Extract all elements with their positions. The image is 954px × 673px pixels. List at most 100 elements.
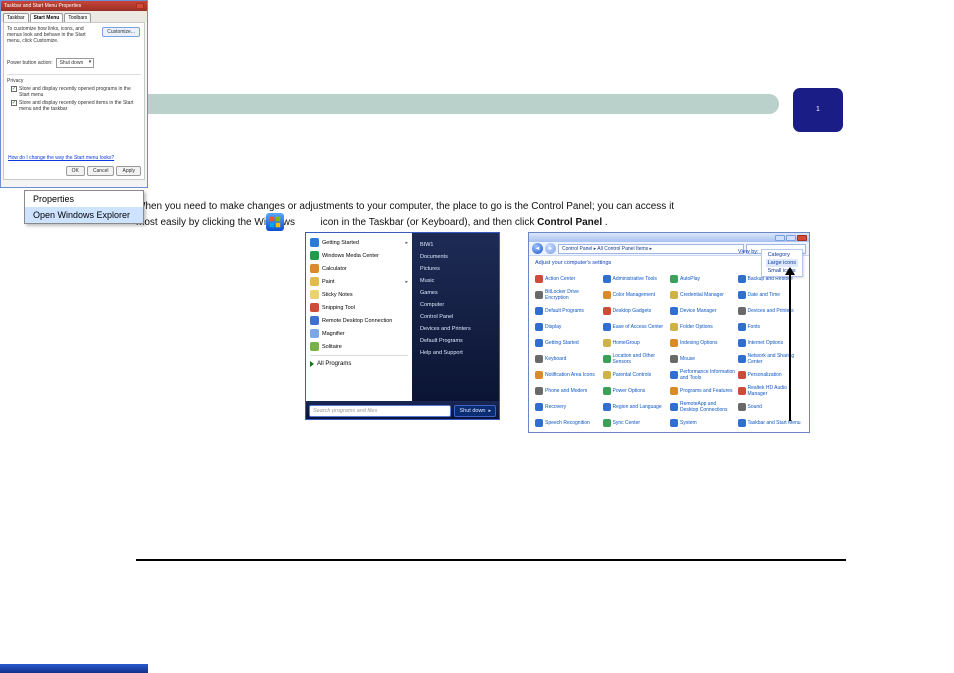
breadcrumb[interactable]: Control Panel ▸ All Control Panel Items …: [558, 244, 744, 254]
nav-back-icon[interactable]: ◄: [532, 243, 543, 254]
cp-item-internet-options[interactable]: Internet Options: [738, 336, 804, 350]
cp-item-ease-of-access-center[interactable]: Ease of Access Center: [603, 320, 669, 334]
start-right-devices-and-printers[interactable]: Devices and Printers: [412, 323, 499, 335]
start-right-computer[interactable]: Computer: [412, 299, 499, 311]
start-right-pictures[interactable]: Pictures: [412, 263, 499, 275]
cp-item-personalization[interactable]: Personalization: [738, 368, 804, 382]
close-icon[interactable]: [136, 3, 144, 9]
apply-button[interactable]: Apply: [116, 166, 141, 176]
start-item-label: Sticky Notes: [322, 292, 353, 298]
start-item-getting-started[interactable]: Getting Started▸: [306, 236, 412, 249]
ok-button[interactable]: OK: [66, 166, 85, 176]
cp-item-default-programs[interactable]: Default Programs: [535, 304, 601, 318]
cp-item-recovery[interactable]: Recovery: [535, 400, 601, 414]
start-right-biw1[interactable]: BIW1: [412, 239, 499, 251]
cp-item-network-and-sharing-center[interactable]: Network and Sharing Center: [738, 352, 804, 366]
start-item-sticky-notes[interactable]: Sticky Notes: [306, 288, 412, 301]
start-item-remote-desktop-connection[interactable]: Remote Desktop Connection: [306, 314, 412, 327]
cp-item-keyboard[interactable]: Keyboard: [535, 352, 601, 366]
context-open-explorer[interactable]: Open Windows Explorer: [25, 207, 143, 223]
start-item-calculator[interactable]: Calculator: [306, 262, 412, 275]
cp-item-icon: [670, 275, 678, 283]
start-right-music[interactable]: Music: [412, 275, 499, 287]
minimize-icon[interactable]: [775, 235, 785, 241]
cp-item-taskbar-and-start-menu[interactable]: Taskbar and Start Menu: [738, 416, 804, 430]
maximize-icon[interactable]: [786, 235, 796, 241]
cp-item-icon: [535, 355, 543, 363]
cp-item-sync-center[interactable]: Sync Center: [603, 416, 669, 430]
cp-item-icon: [603, 307, 611, 315]
cp-item-troubleshooting[interactable]: Troubleshooting: [535, 432, 601, 433]
power-action-dropdown[interactable]: Shut down: [56, 58, 95, 68]
start-right-games[interactable]: Games: [412, 287, 499, 299]
start-item-snipping-tool[interactable]: Snipping Tool: [306, 301, 412, 314]
view-by-dropdown[interactable]: Category Large icons Small icons: [761, 249, 803, 277]
cp-item-device-manager[interactable]: Device Manager: [670, 304, 736, 318]
cp-item-windows-defender[interactable]: Windows Defender: [738, 432, 804, 433]
cp-item-remoteapp-and-desktop-connections[interactable]: RemoteApp and Desktop Connections: [670, 400, 736, 414]
start-item-solitaire[interactable]: Solitaire: [306, 340, 412, 353]
cp-item-indexing-options[interactable]: Indexing Options: [670, 336, 736, 350]
context-properties[interactable]: Properties: [25, 191, 143, 207]
help-link[interactable]: How do I change the way the Start menu l…: [8, 155, 114, 161]
cp-item-desktop-gadgets[interactable]: Desktop Gadgets: [603, 304, 669, 318]
cp-item-getting-started[interactable]: Getting Started: [535, 336, 601, 350]
cp-item-programs-and-features[interactable]: Programs and Features: [670, 384, 736, 398]
privacy-checkbox-1[interactable]: ✓: [11, 86, 17, 92]
power-action-label: Power button action:: [7, 60, 53, 66]
cp-item-label: Date and Time: [748, 292, 781, 298]
search-input[interactable]: Search programs and files: [309, 405, 451, 417]
cp-item-phone-and-modem[interactable]: Phone and Modem: [535, 384, 601, 398]
all-programs[interactable]: All Programs: [306, 358, 412, 370]
close-icon[interactable]: [797, 235, 807, 241]
nav-forward-icon[interactable]: ►: [545, 243, 556, 254]
cp-item-fonts[interactable]: Fonts: [738, 320, 804, 334]
cp-item-mouse[interactable]: Mouse: [670, 352, 736, 366]
cp-item-region-and-language[interactable]: Region and Language: [603, 400, 669, 414]
cp-item-sound[interactable]: Sound: [738, 400, 804, 414]
customize-button[interactable]: Customize...: [102, 27, 140, 37]
cp-item-location-and-other-sensors[interactable]: Location and Other Sensors: [603, 352, 669, 366]
cp-item-homegroup[interactable]: HomeGroup: [603, 336, 669, 350]
cp-item-action-center[interactable]: Action Center: [535, 272, 601, 286]
cp-item-administrative-tools[interactable]: Administrative Tools: [603, 272, 669, 286]
start-item-paint[interactable]: Paint▸: [306, 275, 412, 288]
start-item-windows-media-center[interactable]: Windows Media Center: [306, 249, 412, 262]
cp-item-notification-area-icons[interactable]: Notification Area Icons: [535, 368, 601, 382]
start-right-documents[interactable]: Documents: [412, 251, 499, 263]
view-option-category[interactable]: Category: [766, 251, 798, 259]
cp-item-system[interactable]: System: [670, 416, 736, 430]
cp-item-icon: [535, 291, 543, 299]
privacy-checkbox-2[interactable]: ✓: [11, 100, 17, 106]
cp-item-user-accounts[interactable]: User Accounts: [603, 432, 669, 433]
dialog-titlebar[interactable]: Taskbar and Start Menu Properties: [1, 1, 147, 11]
cp-item-devices-and-printers[interactable]: Devices and Printers: [738, 304, 804, 318]
view-option-large[interactable]: Large icons: [766, 259, 798, 267]
window-titlebar[interactable]: [529, 233, 809, 242]
tab-taskbar[interactable]: Taskbar: [3, 13, 29, 22]
cp-item-bitlocker-drive-encryption[interactable]: BitLocker Drive Encryption: [535, 288, 601, 302]
cp-item-parental-controls[interactable]: Parental Controls: [603, 368, 669, 382]
cp-item-windows-cardspace[interactable]: Windows CardSpace: [670, 432, 736, 433]
start-right-help-and-support[interactable]: Help and Support: [412, 347, 499, 359]
start-right-default-programs[interactable]: Default Programs: [412, 335, 499, 347]
start-item-magnifier[interactable]: Magnifier: [306, 327, 412, 340]
cp-item-display[interactable]: Display: [535, 320, 601, 334]
start-right-control-panel[interactable]: Control Panel: [412, 311, 499, 323]
cp-item-icon: [738, 307, 746, 315]
cp-item-speech-recognition[interactable]: Speech Recognition: [535, 416, 601, 430]
tab-start-menu[interactable]: Start Menu: [30, 13, 64, 22]
cancel-button[interactable]: Cancel: [87, 166, 115, 176]
tab-toolbars[interactable]: Toolbars: [64, 13, 91, 22]
shutdown-button[interactable]: Shut down: [454, 405, 496, 417]
cp-item-date-and-time[interactable]: Date and Time: [738, 288, 804, 302]
cp-item-power-options[interactable]: Power Options: [603, 384, 669, 398]
cp-item-performance-information-and-tools[interactable]: Performance Information and Tools: [670, 368, 736, 382]
cp-item-realtek-hd-audio-manager[interactable]: Realtek HD Audio Manager: [738, 384, 804, 398]
cp-item-folder-options[interactable]: Folder Options: [670, 320, 736, 334]
cp-item-autoplay[interactable]: AutoPlay: [670, 272, 736, 286]
cp-item-credential-manager[interactable]: Credential Manager: [670, 288, 736, 302]
cp-item-label: Personalization: [748, 372, 782, 378]
cp-item-icon: [535, 275, 543, 283]
cp-item-color-management[interactable]: Color Management: [603, 288, 669, 302]
